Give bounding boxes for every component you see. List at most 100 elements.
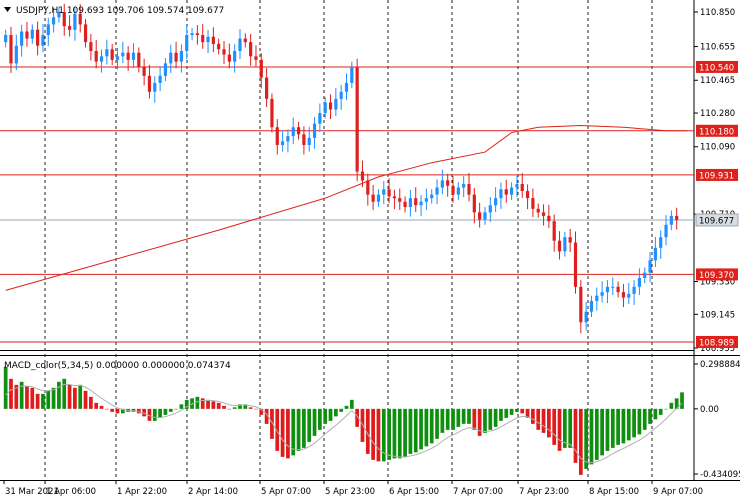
candle-body (94, 50, 98, 62)
macd-bar (515, 408, 519, 412)
candle-body (243, 38, 247, 43)
macd-bar (9, 378, 13, 409)
time-tick-label: 5 Apr 07:00 (261, 487, 311, 497)
candle-body (211, 36, 215, 44)
candle-body (190, 33, 194, 36)
macd-bar (163, 408, 168, 415)
candle-body (83, 24, 88, 43)
candle-body (30, 29, 34, 39)
macd-bar (605, 408, 610, 451)
macd-bar (312, 408, 317, 436)
macd-bar (658, 408, 663, 415)
macd-bar (46, 390, 51, 409)
candle-body (296, 127, 301, 135)
candle-body (217, 43, 221, 50)
macd-bar (333, 408, 338, 417)
macd-bar (254, 408, 258, 410)
candle-body (147, 75, 152, 92)
macd-bar (616, 408, 620, 445)
candle-body (280, 141, 285, 145)
candle-body (552, 221, 556, 241)
candle-body (137, 52, 141, 67)
macd-bar (435, 408, 439, 439)
candle-body (467, 183, 471, 195)
candle-body (51, 17, 56, 25)
candle-body (366, 180, 370, 195)
candle-body (36, 29, 40, 46)
candle-body (99, 56, 104, 62)
macd-bar (94, 402, 99, 409)
candle-body (9, 35, 13, 64)
macd-bar (445, 408, 450, 430)
macd-bar (477, 408, 482, 436)
macd-bar (376, 408, 381, 462)
macd-bar (467, 408, 471, 424)
candle-body (73, 13, 77, 30)
usdjpy-chart[interactable]: 110.850110.655110.465110.280110.090109.7… (0, 0, 740, 500)
macd-bar (493, 408, 498, 427)
candle-body (478, 212, 482, 220)
macd-bar (152, 408, 157, 421)
candle-body (600, 292, 604, 296)
macd-bar (158, 408, 162, 418)
macd-bar (41, 393, 45, 409)
macd-bar (344, 405, 349, 409)
macd-bar (589, 408, 594, 465)
candle-body (659, 237, 663, 248)
macd-bar (440, 408, 445, 433)
candle-body (291, 127, 295, 137)
candle-body (174, 52, 178, 62)
macd-bar (499, 408, 503, 421)
macd-bar (286, 408, 290, 459)
macd-bar (57, 381, 61, 409)
candle-body (115, 56, 120, 60)
macd-bar (488, 408, 493, 430)
candle-body (169, 52, 173, 64)
candle-body (163, 63, 168, 76)
candle-body (339, 91, 343, 99)
macd-bar (568, 408, 573, 448)
candle-body (227, 54, 231, 62)
candle-body (206, 36, 210, 43)
macd-title: MACD_color(5,34,5) 0.000000 0.000000 0.0… (4, 361, 231, 371)
candle-body (387, 189, 391, 197)
candle-body (541, 212, 546, 216)
candle-body (392, 196, 397, 199)
macd-bar (621, 408, 626, 444)
candle-body (376, 194, 381, 202)
price-tick-label: 110.090 (700, 143, 735, 153)
time-tick-label: 2 Apr 14:00 (188, 487, 238, 497)
macd-bar (104, 408, 109, 410)
macd-bar (78, 384, 83, 409)
macd-tick-label: 0.298884 (700, 360, 740, 370)
candle-body (579, 286, 583, 323)
candle-body (403, 201, 407, 208)
current-price-text: 109.677 (699, 216, 734, 226)
macd-bar (25, 386, 29, 409)
macd-bar (200, 398, 205, 409)
macd-bar (115, 408, 120, 414)
macd-bar (216, 402, 221, 409)
macd-bar (403, 408, 407, 457)
candle-body (595, 295, 599, 302)
macd-bar (648, 408, 652, 424)
level-label-text: 108.989 (699, 338, 734, 348)
macd-bar (600, 408, 604, 456)
macd-bar (211, 401, 216, 409)
candle-body (456, 187, 460, 195)
candle-body (126, 52, 130, 60)
candle-body (20, 31, 24, 46)
macd-bar (509, 408, 514, 415)
macd-tick-label: -0.434095 (700, 470, 740, 480)
macd-bar (573, 408, 578, 463)
time-tick-label: 7 Apr 07:00 (453, 487, 503, 497)
level-label-text: 109.931 (699, 171, 734, 181)
macd-bar (30, 387, 35, 409)
candle-body (440, 180, 444, 188)
candle-body (275, 127, 279, 145)
price-tick-label: 109.145 (700, 310, 735, 320)
candle-body (616, 286, 620, 293)
candle-body (153, 82, 157, 92)
price-tick-label: 110.655 (700, 43, 735, 53)
candle-body (46, 24, 50, 36)
